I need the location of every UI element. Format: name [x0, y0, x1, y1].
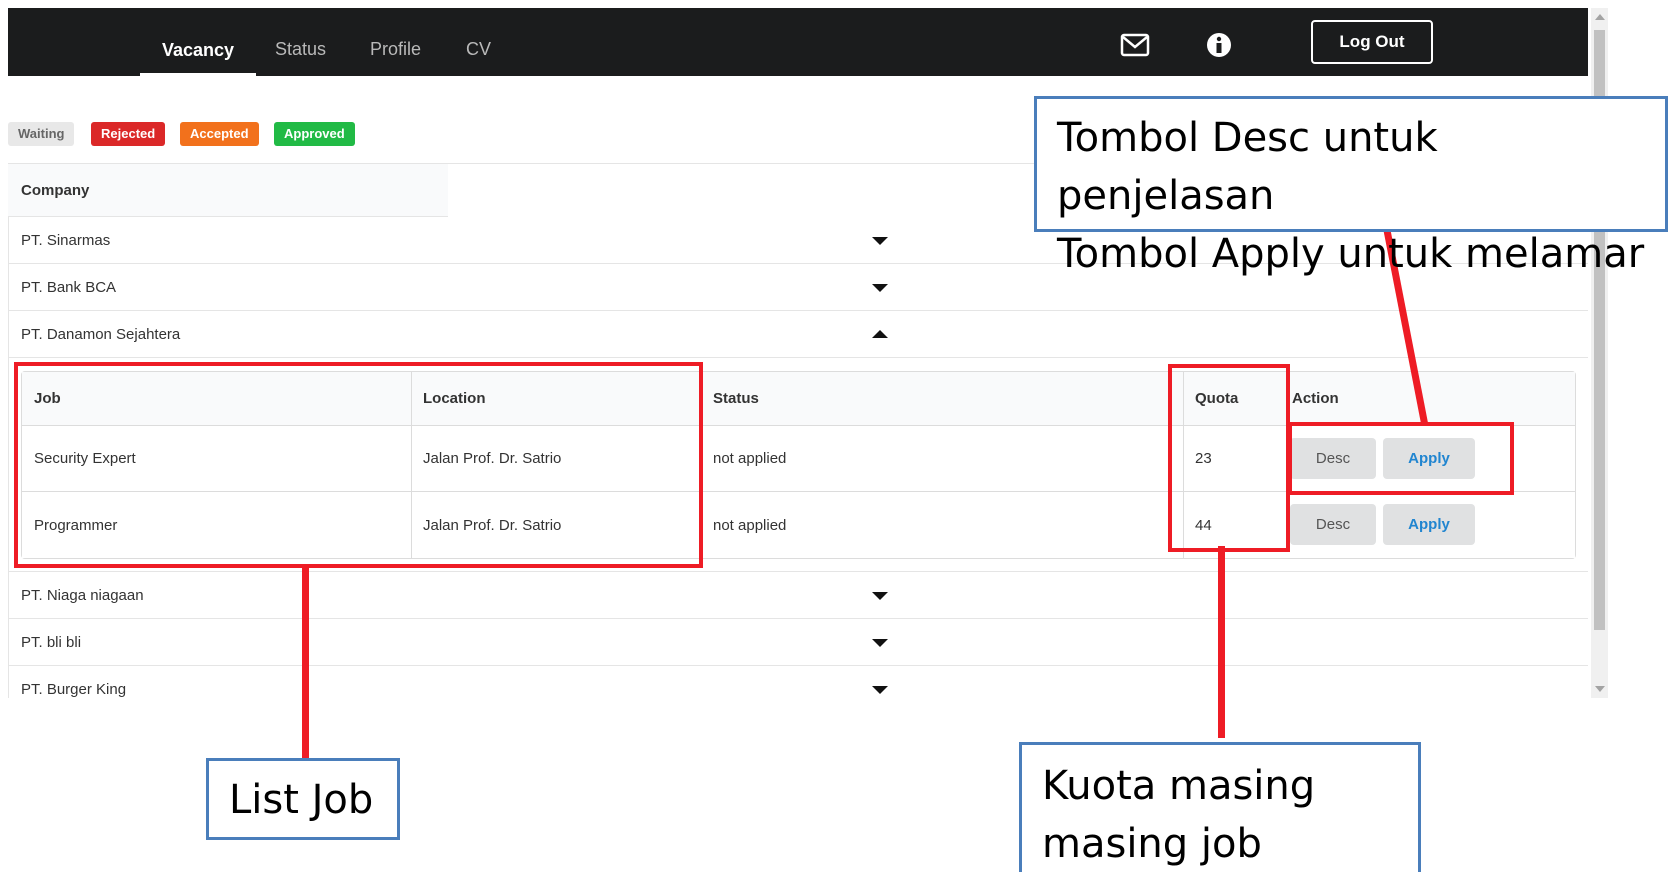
expand-caret-icon[interactable]: [872, 284, 888, 292]
company-row-burgerking[interactable]: PT. Burger King: [8, 666, 1588, 698]
tab-status[interactable]: Status: [275, 8, 326, 76]
company-name: PT. Burger King: [21, 681, 127, 698]
scroll-down-arrow-icon[interactable]: [1595, 686, 1605, 692]
company-row-niaga[interactable]: PT. Niaga niagaan: [8, 572, 1588, 619]
expand-caret-icon[interactable]: [872, 639, 888, 647]
legend-waiting: Waiting: [8, 122, 75, 146]
list-job-label: List Job: [229, 777, 374, 823]
company-name: PT. Bank BCA: [21, 279, 117, 296]
envelope-icon[interactable]: [1120, 32, 1150, 58]
company-column-header: Company: [8, 163, 448, 217]
header-status: Status: [713, 390, 759, 407]
company-row-blibli[interactable]: PT. bli bli: [8, 619, 1588, 666]
desc-button[interactable]: Desc: [1290, 504, 1376, 545]
quota-note-line1: Kuota masing: [1042, 763, 1316, 809]
job-status: not applied: [713, 516, 787, 534]
info-icon[interactable]: [1205, 32, 1233, 58]
tab-vacancy[interactable]: Vacancy: [140, 8, 257, 76]
company-name: PT. Sinarmas: [21, 232, 111, 249]
legend-rejected: Rejected: [91, 122, 166, 146]
expand-caret-icon[interactable]: [872, 686, 888, 694]
top-navbar: Vacancy Status Profile CV Log Out: [8, 8, 1588, 76]
expand-caret-icon[interactable]: [872, 237, 888, 245]
quota-note-line2: masing job: [1042, 821, 1262, 867]
quota-callout: Kuota masing masing job: [1019, 742, 1421, 872]
action-buttons-highlight: [1288, 422, 1514, 495]
buttons-note-line2: Tombol Apply untuk melamar: [1057, 231, 1645, 277]
company-name: PT. Niaga niagaan: [21, 587, 144, 604]
legend-approved: Approved: [274, 122, 355, 146]
quota-highlight: [1168, 364, 1290, 552]
tab-cv[interactable]: CV: [466, 8, 491, 76]
logout-button[interactable]: Log Out: [1311, 20, 1433, 64]
tab-profile[interactable]: Profile: [370, 8, 421, 76]
quota-pointer: [1218, 546, 1225, 738]
list-job-highlight: [14, 362, 703, 568]
buttons-callout: Tombol Desc untuk penjelasan Tombol Appl…: [1034, 96, 1668, 277]
company-name: PT. Danamon Sejahtera: [21, 326, 181, 343]
company-name: PT. bli bli: [21, 634, 82, 651]
job-status: not applied: [713, 450, 787, 467]
list-job-callout: List Job: [206, 758, 400, 840]
buttons-note-line1: Tombol Desc untuk penjelasan: [1057, 115, 1438, 219]
list-job-pointer: [302, 568, 309, 760]
expand-caret-icon[interactable]: [872, 592, 888, 600]
legend-accepted: Accepted: [180, 122, 259, 146]
scroll-up-arrow-icon[interactable]: [1595, 14, 1605, 20]
company-row-danamon[interactable]: PT. Danamon Sejahtera: [8, 311, 1588, 358]
collapse-caret-icon[interactable]: [872, 330, 888, 338]
apply-button[interactable]: Apply: [1383, 504, 1475, 545]
